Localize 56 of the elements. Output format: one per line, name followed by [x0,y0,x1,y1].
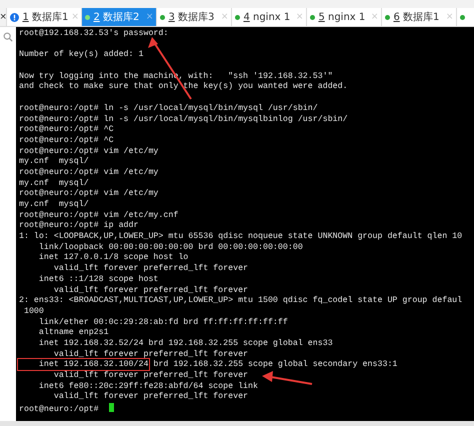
terminal-line: link/ether 00:0c:29:28:ab:fd brd ff:ff:ff:ff:ff:ff [38,318,288,327]
terminal-line: root@neuro:/opt# vim /etc/my [19,189,158,198]
tab[interactable]: 6 数据库1 × [381,8,456,26]
tab-label: 1 数据库1 [22,10,68,24]
terminal-line: valid_lft forever preferred_lft forever [52,286,248,294]
terminal-line: root@neuro:/opt# ^C [19,136,114,145]
terminal-line: root@neuro:/opt# [19,405,100,414]
terminal-line: 1: lo: <LOOPBACK,UP,LOWER_UP> mtu 65536 qdisc noqueue state UNKNOWN group default qlen 10 [19,232,462,242]
tab-label: 2 数据库2 [93,10,140,24]
status-dot-icon [85,14,90,20]
terminal-line: root@192.168.32.53's password: [19,29,168,38]
tab-label: 6 数据库1 [393,10,440,24]
terminal-line: root@neuro:/opt# vim /etc/my [19,168,158,177]
terminal-line: valid_lft forever preferred_lft forever [52,350,248,359]
tab[interactable]: 5 nginx 1 × [306,8,382,26]
arrow-annotation [262,371,312,385]
terminal-line: inet6 ::1/128 scope host [38,274,158,284]
terminal-line: root@neuro:/opt# ip addr [19,221,138,230]
status-dot-icon [310,14,316,20]
terminal-line: inet 192.168.32.52/24 brd 192.168.32.255 scope global ens33 [38,338,333,348]
terminal-line: my.cnf mysql/ [19,157,89,166]
info-icon [10,12,20,22]
terminal-line: 2: ens33: <BROADCAST,MULTICAST,UP,LOWER_UP> mtu 1500 qdisc fq_codel state UP group defaul [19,296,462,306]
status-dot-icon [460,14,466,20]
terminal-line: valid_lft forever preferred_lft forever [52,392,248,402]
search-icon[interactable] [3,32,13,42]
tab[interactable]: 1 数据库1 × [6,8,82,26]
terminal-panel[interactable] [16,27,474,421]
terminal-line: brd 192.168.32.255 scope global secondary ens33:1 [152,360,398,370]
terminal-line: link/loopback 00:00:00:00:00:00 brd 00:00:00:00:00:00 [38,242,303,252]
terminal-line: inet 127.0.0.1/8 scope host lo [38,253,188,262]
tab[interactable]: 4 nginx 1 × [231,8,306,26]
tab[interactable]: 3 数据库3 × [156,8,232,26]
terminal-line: root@neuro:/opt# vim /etc/my.cnf [19,210,178,220]
terminal-line: root@neuro:/opt# ln -s /usr/local/mysql/bin/mysql /usr/sbin/ [19,104,318,113]
tab-label: 5 nginx 1 [318,12,366,22]
terminal-line: inet6 fe80::20c:29ff:fe28:abfd/64 scope link [38,382,258,391]
terminal-line: root@neuro:/opt# ln -s /usr/local/mysql/bin/mysqlbinlog /usr/sbin/ [19,114,348,124]
tab-label: 3 数据库3 [168,10,214,24]
close-icon[interactable]: × [146,12,154,22]
terminal-line: and check to make sure that only the key(s) you wanted were added. [19,82,348,92]
terminal-line: my.cnf mysql/ [19,178,89,188]
terminal-line: 1000 [22,306,44,316]
terminal-line: valid_lft forever preferred_lft forever [52,371,248,380]
terminal-line: valid_lft forever preferred_lft forever [52,264,248,274]
status-dot-icon [385,14,390,20]
tab[interactable]: 2 数据库2 × [81,8,156,26]
terminal-line: Number of key(s) added: 1 [19,50,144,60]
terminal-line: root@neuro:/opt# vim /etc/my [19,146,158,156]
terminal-line: my.cnf mysql/ [19,200,89,209]
tab-label: 4 nginx 1 [243,12,290,22]
status-dot-icon [160,14,166,20]
terminal-line: altname enp2s1 [38,328,109,338]
status-dot-icon [235,14,240,20]
terminal-line: root@neuro:/opt# ^C [19,125,114,134]
highlight-box: inet 192.168.32.100/24 [19,360,148,370]
